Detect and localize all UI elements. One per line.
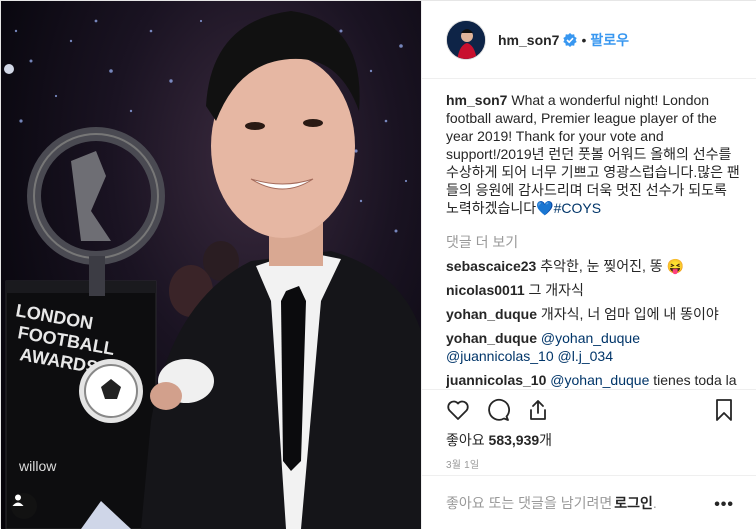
comment-username[interactable]: sebascaice23 <box>446 258 536 274</box>
comment-text: 개자식, 너 엄마 입에 내 똥이야 <box>540 306 719 322</box>
add-comment-bar: 좋아요 또는 댓글을 남기려면 로그인. ••• <box>422 475 756 529</box>
likes-count[interactable]: 좋아요 583,939개 <box>446 430 552 450</box>
login-link[interactable]: 로그인 <box>614 493 653 513</box>
comment-username[interactable]: juannicolas_10 <box>446 372 546 388</box>
more-options-icon[interactable]: ••• <box>714 496 734 514</box>
comment-item: yohan_duque 개자식, 너 엄마 입에 내 똥이야 <box>446 305 742 323</box>
comment-username[interactable]: yohan_duque <box>446 306 537 322</box>
caption-hashtag[interactable]: #COYS <box>554 200 601 216</box>
comment-item: yohan_duque @yohan_duque @juannicolas_10… <box>446 329 742 365</box>
follow-button[interactable]: 팔로우 <box>590 30 629 50</box>
avatar[interactable] <box>446 19 486 60</box>
comment-icon[interactable] <box>486 398 510 422</box>
comment-mention[interactable]: @juannicolas_10 <box>446 348 554 364</box>
selfie-illustration: LONDON FOOTBALL AWARDS willow <box>4 11 421 529</box>
comment-mention[interactable]: @yohan_duque <box>550 372 649 388</box>
load-more-comments-link[interactable]: 댓글 더 보기 <box>446 233 742 251</box>
likes-number: 583,939 <box>488 432 540 448</box>
comment-text: tienes toda la <box>653 372 737 388</box>
comment-username[interactable]: nicolas0011 <box>446 282 525 298</box>
caption-text: What a wonderful night! London football … <box>446 92 740 216</box>
post-actions: 좋아요 583,939개 3월 1일 <box>422 389 756 487</box>
comment-username[interactable]: yohan_duque <box>446 330 537 346</box>
header-separator: • <box>581 31 587 48</box>
svg-text:willow: willow <box>18 458 57 474</box>
comment-item: juannicolas_10 @yohan_duque tienes toda … <box>446 371 742 389</box>
comment-text: 그 개자식 <box>528 282 584 298</box>
add-comment-prompt: 좋아요 또는 댓글을 남기려면 <box>446 494 613 511</box>
caption-username[interactable]: hm_son7 <box>446 92 507 108</box>
post-date[interactable]: 3월 1일 <box>446 456 479 471</box>
user-tag-icon[interactable] <box>11 493 37 519</box>
comment-text: 추악한, 눈 찢어진, 똥 😝 <box>540 258 685 274</box>
heart-icon[interactable] <box>446 398 470 422</box>
bookmark-icon[interactable] <box>712 398 736 422</box>
likes-suffix: 개 <box>539 432 553 448</box>
verified-badge-icon <box>563 32 578 47</box>
post-side-panel: hm_son7 • 팔로우 hm_son7 What a wonderful n… <box>421 1 756 529</box>
comment-mention[interactable]: @l.j_034 <box>558 348 613 364</box>
comments-list[interactable]: hm_son7 What a wonderful night! London f… <box>446 91 742 389</box>
comment-mention[interactable]: @yohan_duque <box>541 330 640 346</box>
share-icon[interactable] <box>526 398 550 422</box>
comment-item: sebascaice23 추악한, 눈 찢어진, 똥 😝 <box>446 257 742 275</box>
post-photo[interactable]: LONDON FOOTBALL AWARDS willow <box>1 1 421 529</box>
post-header: hm_son7 • 팔로우 <box>422 1 756 79</box>
header-username[interactable]: hm_son7 <box>498 32 559 48</box>
add-comment-period: . <box>652 494 657 511</box>
likes-prefix: 좋아요 <box>446 432 485 448</box>
instagram-post: LONDON FOOTBALL AWARDS willow hm_son7 • … <box>0 0 756 529</box>
comment-item: nicolas0011 그 개자식 <box>446 281 742 299</box>
post-caption: hm_son7 What a wonderful night! London f… <box>446 91 742 217</box>
